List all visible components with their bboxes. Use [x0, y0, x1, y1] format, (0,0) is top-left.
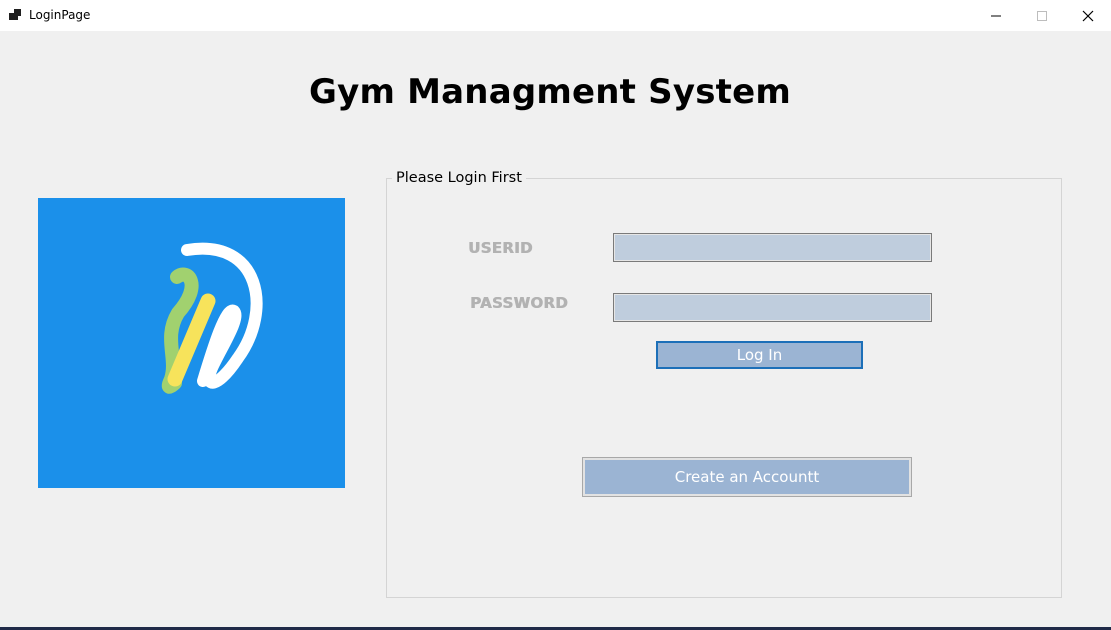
window-title: LoginPage	[29, 8, 91, 22]
brand-logo	[38, 198, 345, 488]
page-title: Gym Managment System	[308, 72, 791, 112]
title-bar[interactable]: LoginPage	[0, 0, 1111, 31]
create-account-button[interactable]: Create an Accountt	[582, 457, 912, 497]
login-button[interactable]: Log In	[656, 341, 863, 369]
groupbox-legend: Please Login First	[392, 168, 526, 188]
userid-input[interactable]	[613, 233, 932, 262]
password-input[interactable]	[613, 293, 932, 322]
maximize-icon	[1037, 10, 1047, 21]
maximize-button[interactable]	[1019, 0, 1065, 31]
login-window: LoginPage Gym Managment System Please Lo…	[0, 0, 1111, 627]
minimize-button[interactable]	[973, 0, 1019, 31]
close-icon	[1082, 10, 1094, 21]
close-button[interactable]	[1065, 0, 1111, 31]
logo-icon	[161, 242, 263, 394]
password-label: PASSWORD	[470, 294, 568, 312]
userid-label: USERID	[468, 239, 533, 257]
minimize-icon	[991, 15, 1001, 16]
app-icon	[9, 9, 21, 20]
